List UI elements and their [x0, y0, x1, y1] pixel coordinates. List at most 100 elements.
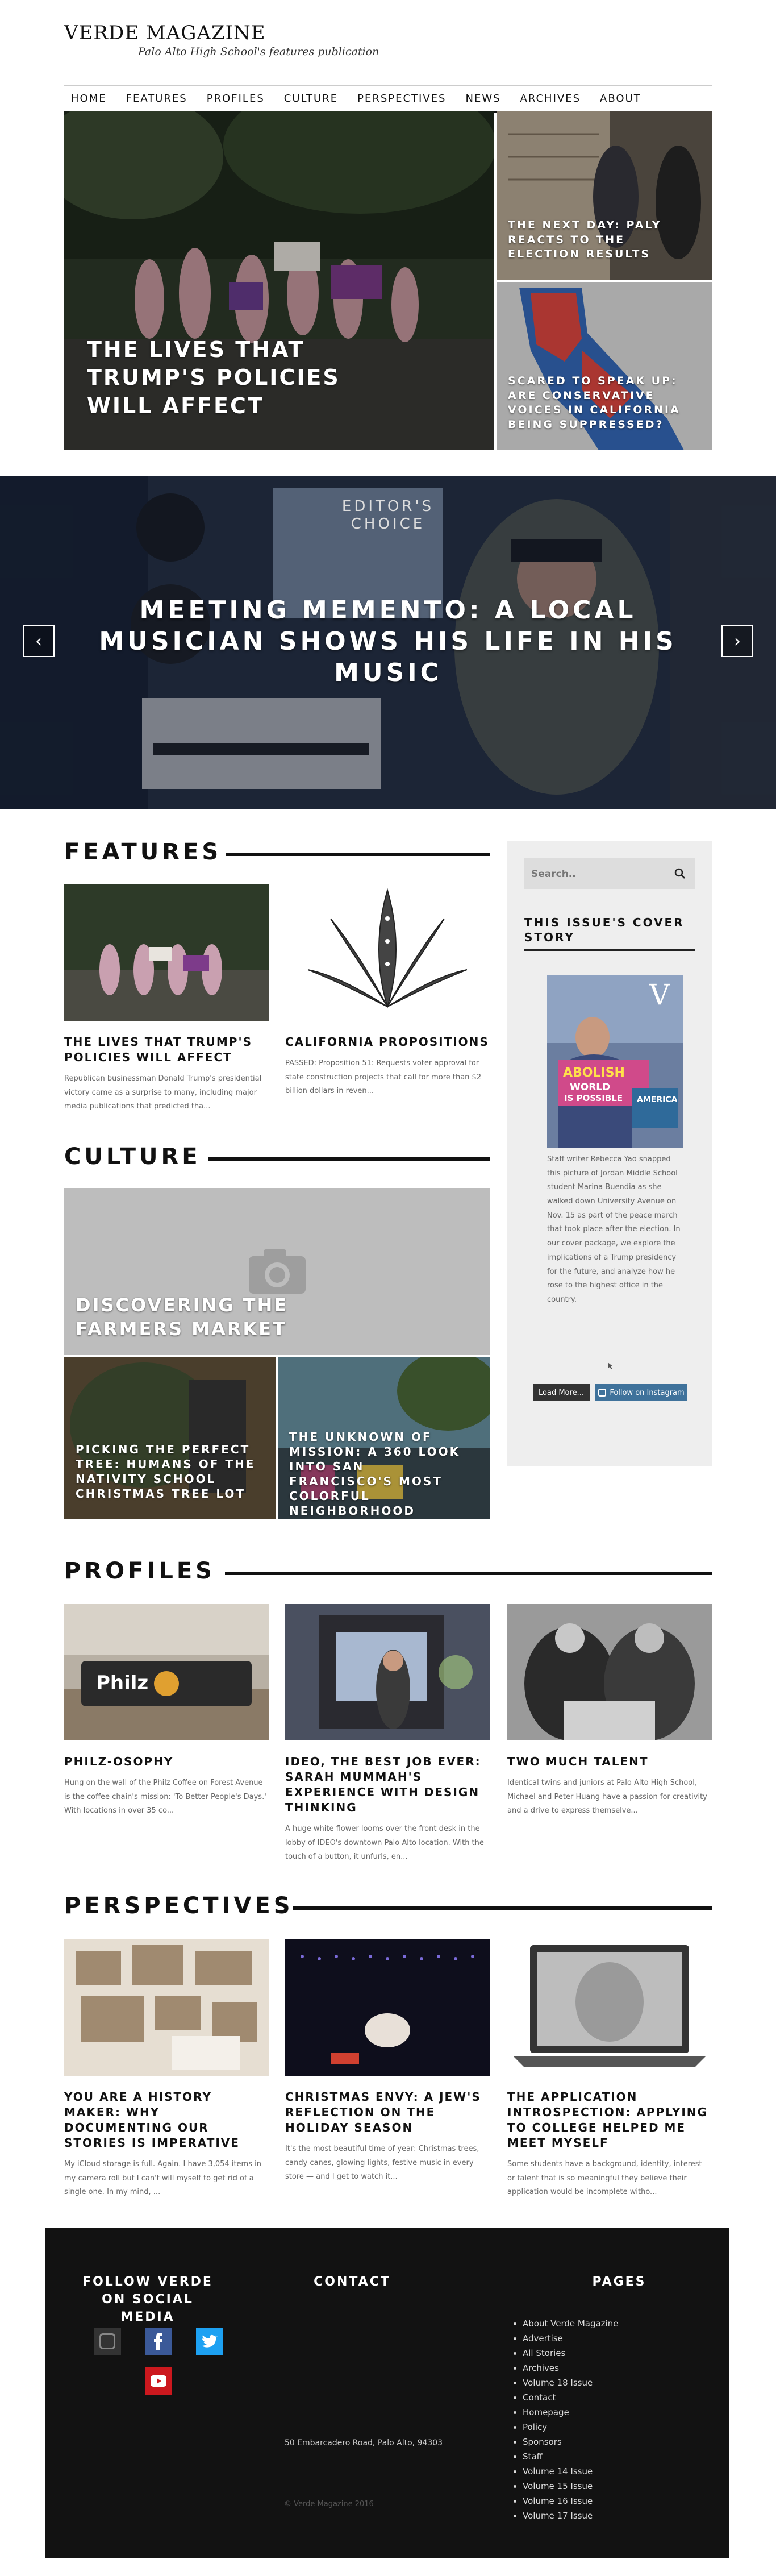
culture-small-story[interactable]: PICKING THE PERFECT TREE: HUMANS OF THE …: [64, 1357, 276, 1519]
nav-news[interactable]: NEWS: [465, 93, 500, 105]
cover-sign-text: ABOLISH: [563, 1066, 625, 1080]
culture-heading[interactable]: CULTURE: [64, 1144, 201, 1170]
site-title[interactable]: VERDE MAGAZINE: [64, 22, 379, 44]
footer-address: 50 Embarcadero Road, Palo Alto, 94303: [284, 2438, 443, 2448]
search-input[interactable]: [530, 864, 663, 884]
nav-about[interactable]: ABOUT: [600, 93, 641, 105]
main-nav: HOME FEATURES PROFILES CULTURE PERSPECTI…: [64, 85, 712, 113]
nav-features[interactable]: FEATURES: [126, 93, 187, 105]
nav-perspectives[interactable]: PERSPECTIVES: [357, 93, 446, 105]
cover-image[interactable]: V ABOLISH WORLD IS POSSIBLE AMERICA: [547, 975, 683, 1148]
footer-page-link[interactable]: All Stories: [523, 2346, 619, 2361]
cover-sign-text: IS POSSIBLE: [564, 1093, 623, 1103]
feature-card[interactable]: THE LIVES THAT TRUMP'S POLICIES WILL AFF…: [64, 884, 269, 1114]
hero-top-right-title[interactable]: THE NEXT DAY: PALY REACTS TO THE ELECTIO…: [508, 218, 690, 262]
laptop-illustration[interactable]: [507, 1939, 712, 2076]
nav-home[interactable]: HOME: [71, 93, 107, 105]
profile-card[interactable]: IDEO, THE BEST JOB EVER: SARAH MUMMAH'S …: [285, 1604, 490, 1864]
instagram-social-icon[interactable]: [94, 2328, 121, 2355]
profile-card-excerpt: A huge white flower looms over the front…: [285, 1825, 484, 1862]
hero-main-title[interactable]: THE LIVES THAT TRUMP'S POLICIES WILL AFF…: [87, 336, 405, 420]
load-more-button[interactable]: Load More...: [533, 1384, 590, 1401]
hero-bottom-right-story[interactable]: SCARED TO SPEAK UP: ARE CONSERVATIVE VOI…: [497, 282, 712, 450]
profile-card-photo[interactable]: [285, 1604, 490, 1740]
profile-card-title[interactable]: TWO MUCH TALENT: [507, 1754, 712, 1769]
nav-profiles[interactable]: PROFILES: [207, 93, 265, 105]
youtube-social-icon[interactable]: [145, 2367, 172, 2395]
profile-card-photo[interactable]: [64, 1604, 269, 1740]
profile-card[interactable]: TWO MUCH TALENT Identical twins and juni…: [507, 1604, 712, 1818]
perspectives-heading[interactable]: PERSPECTIVES: [64, 1893, 294, 1919]
profile-card-excerpt: Hung on the wall of the Philz Coffee on …: [64, 1779, 266, 1815]
feature-card-excerpt: Republican businessman Donald Trump's pr…: [64, 1074, 262, 1111]
hero-top-right-story[interactable]: THE NEXT DAY: PALY REACTS TO THE ELECTIO…: [497, 111, 712, 280]
features-divider: [226, 853, 490, 856]
camera-placeholder-icon: [249, 1249, 306, 1294]
feature-card-excerpt: PASSED: Proposition 51: Requests voter a…: [285, 1059, 482, 1096]
profile-card-photo[interactable]: [507, 1604, 712, 1740]
culture-small-story[interactable]: THE UNKNOWN OF MISSION: A 360 LOOK INTO …: [278, 1357, 490, 1519]
profiles-heading[interactable]: PROFILES: [64, 1558, 215, 1584]
footer-page-link[interactable]: Volume 18 Issue: [523, 2375, 619, 2390]
profile-card-sign: Philz: [96, 1672, 149, 1694]
cannabis-flag-icon[interactable]: [285, 884, 490, 1021]
feature-card-title[interactable]: THE LIVES THAT TRUMP'S POLICIES WILL AFF…: [64, 1034, 269, 1065]
footer-page-link[interactable]: Policy: [523, 2420, 619, 2434]
feature-card-title[interactable]: CALIFORNIA PROPOSITIONS: [285, 1034, 490, 1050]
footer-page-link[interactable]: Volume 17 Issue: [523, 2508, 619, 2523]
perspective-card-photo[interactable]: [285, 1939, 490, 2076]
slider-title[interactable]: MEETING MEMENTO: A LOCAL MUSICIAN SHOWS …: [91, 595, 685, 688]
search-box[interactable]: [524, 858, 695, 889]
profile-card[interactable]: Philz PHILZ-OSOPHY Hung on the wall of t…: [64, 1604, 269, 1818]
cover-story-caption: Staff writer Rebecca Yao snapped this pi…: [547, 1155, 681, 1304]
profile-card-title[interactable]: PHILZ-OSOPHY: [64, 1754, 269, 1769]
footer-page-link[interactable]: Staff: [523, 2449, 619, 2464]
footer-page-link[interactable]: Volume 14 Issue: [523, 2464, 619, 2479]
culture-main-story[interactable]: DISCOVERING THE FARMERS MARKET: [64, 1188, 490, 1355]
footer-social-heading: FOLLOW VERDE ON SOCIAL MEDIA: [82, 2275, 213, 2324]
cover-story-divider: [524, 949, 695, 951]
features-heading[interactable]: FEATURES: [64, 839, 222, 865]
footer-page-link[interactable]: Volume 16 Issue: [523, 2494, 619, 2508]
culture-small-title[interactable]: PICKING THE PERFECT TREE: HUMANS OF THE …: [76, 1442, 257, 1501]
footer-page-link[interactable]: Sponsors: [523, 2434, 619, 2449]
slider-prev-button[interactable]: ‹: [23, 625, 55, 657]
perspective-card-excerpt: It's the most beautiful time of year: Ch…: [285, 2145, 479, 2182]
footer-page-link[interactable]: Contact: [523, 2390, 619, 2405]
footer-page-link[interactable]: About Verde Magazine: [523, 2316, 619, 2331]
perspective-card[interactable]: CHRISTMAS ENVY: A JEW'S REFLECTION ON TH…: [285, 1939, 490, 2184]
nav-culture[interactable]: CULTURE: [284, 93, 338, 105]
perspective-card-title[interactable]: YOU ARE A HISTORY MAKER: WHY DOCUMENTING…: [64, 2089, 269, 2151]
profile-card-title[interactable]: IDEO, THE BEST JOB EVER: SARAH MUMMAH'S …: [285, 1754, 490, 1815]
culture-small-title[interactable]: THE UNKNOWN OF MISSION: A 360 LOOK INTO …: [289, 1430, 471, 1518]
editors-choice-badge: EDITOR'S CHOICE: [341, 498, 435, 533]
perspective-card-title[interactable]: THE APPLICATION INTROSPECTION: APPLYING …: [507, 2089, 712, 2151]
culture-main-title[interactable]: DISCOVERING THE FARMERS MARKET: [76, 1294, 326, 1341]
masthead[interactable]: VERDE MAGAZINE Palo Alto High School's f…: [64, 22, 379, 58]
slider-next-button[interactable]: ›: [721, 625, 753, 657]
footer-page-link[interactable]: Homepage: [523, 2405, 619, 2420]
instagram-icon: [598, 1389, 607, 1397]
nav-archives[interactable]: ARCHIVES: [520, 93, 581, 105]
footer-page-link[interactable]: Advertise: [523, 2331, 619, 2346]
hero-bottom-right-title[interactable]: SCARED TO SPEAK UP: ARE CONSERVATIVE VOI…: [508, 374, 690, 433]
twitter-social-icon[interactable]: [196, 2328, 223, 2355]
facebook-social-icon[interactable]: [145, 2328, 172, 2355]
footer: FOLLOW VERDE ON SOCIAL MEDIA CONTACT 50 …: [45, 2228, 729, 2558]
footer-page-link[interactable]: Archives: [523, 2361, 619, 2375]
footer-page-link[interactable]: Volume 15 Issue: [523, 2479, 619, 2494]
cover-side-text: AMERICA: [637, 1095, 678, 1104]
search-icon[interactable]: [674, 868, 686, 879]
perspective-card[interactable]: YOU ARE A HISTORY MAKER: WHY DOCUMENTING…: [64, 1939, 269, 2200]
perspective-card-photo[interactable]: [64, 1939, 269, 2076]
hero-main-story[interactable]: THE LIVES THAT TRUMP'S POLICIES WILL AFF…: [64, 111, 494, 450]
feature-card[interactable]: CALIFORNIA PROPOSITIONS PASSED: Proposit…: [285, 884, 490, 1099]
perspective-card[interactable]: THE APPLICATION INTROSPECTION: APPLYING …: [507, 1939, 712, 2200]
feature-card-photo[interactable]: [64, 884, 269, 1021]
perspective-card-excerpt: Some students have a background, identit…: [507, 2160, 702, 2197]
cover-logo: V: [649, 978, 670, 1011]
cover-sign-text: WORLD: [570, 1082, 611, 1093]
perspective-card-title[interactable]: CHRISTMAS ENVY: A JEW'S REFLECTION ON TH…: [285, 2089, 490, 2135]
follow-instagram-button[interactable]: Follow on Instagram: [595, 1384, 687, 1401]
editors-choice-slider[interactable]: EDITOR'S CHOICE MEETING MEMENTO: A LOCAL…: [0, 476, 776, 809]
